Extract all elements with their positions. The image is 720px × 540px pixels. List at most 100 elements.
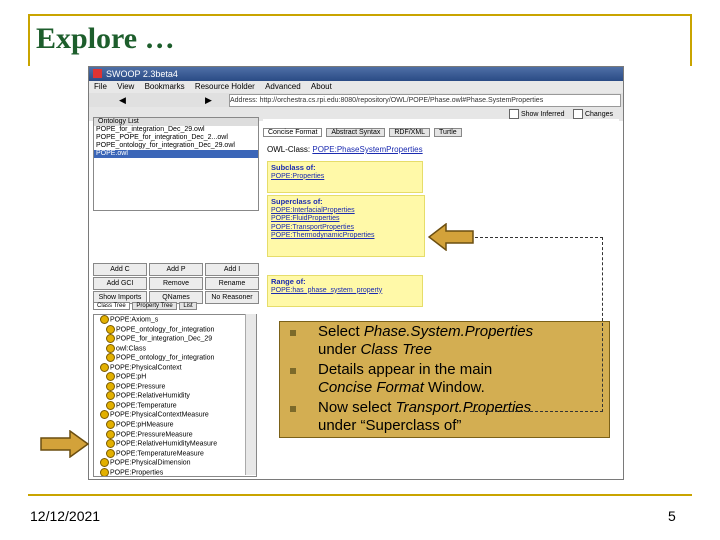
right-triangle-icon[interactable]: ▶ (205, 95, 212, 106)
ontology-list-item[interactable]: POPE_for_integration_Dec_29.owl (94, 126, 258, 134)
show-inferred-checkbox[interactable] (509, 109, 519, 119)
show-inferred-label: Show Inferred (520, 110, 565, 118)
superclass-of-link[interactable]: POPE:ThermodynamicProperties (271, 232, 421, 241)
frame-right-line (690, 14, 692, 66)
class-tree-item[interactable]: POPE:PhysicalContextMeasure (94, 410, 256, 420)
tab-list[interactable]: List (179, 302, 197, 310)
class-icon (100, 362, 109, 372)
remove-button[interactable]: Remove (149, 277, 203, 290)
class-tree-scrollbar[interactable] (245, 314, 256, 475)
instruction-step-2: Details appear in the main Concise Forma… (318, 361, 493, 396)
class-tree-item[interactable]: POPE:Axiom_s (94, 315, 256, 325)
class-tree-label: POPE_ontology_for_integration (116, 354, 215, 362)
subclass-of-heading: Subclass of: (271, 163, 316, 172)
menu-about[interactable]: About (311, 82, 332, 91)
owl-class-prefix: OWL-Class: (267, 145, 311, 154)
class-tree-item[interactable]: POPE_ontology_for_integration (94, 353, 256, 363)
ontology-list-item-selected[interactable]: POPE.owl (94, 150, 258, 158)
range-of-link[interactable]: POPE:has_phase_system_property (271, 287, 419, 296)
tab-abstract-syntax[interactable]: Abstract Syntax (326, 128, 386, 137)
range-of-heading: Range of: (271, 277, 306, 286)
class-icon (100, 467, 109, 476)
window-titlebar: SWOOP 2.3beta4 (89, 67, 623, 81)
class-tree-label: owl:Class (116, 344, 146, 352)
menu-view[interactable]: View (117, 82, 134, 91)
class-tree-item[interactable]: POPE:pHMeasure (94, 420, 256, 430)
ontology-list-item[interactable]: POPE_POPE_for_integration_Dec_2...owl (94, 134, 258, 142)
tab-rdf-xml[interactable]: RDF/XML (389, 128, 431, 137)
class-icon (106, 400, 115, 410)
class-tree-item[interactable]: POPE:RelativeHumidityMeasure (94, 439, 256, 449)
add-property-button[interactable]: Add P (149, 263, 203, 276)
class-tree-label: POPE:PhysicalContextMeasure (110, 411, 209, 419)
class-tree-item[interactable]: POPE:pH (94, 372, 256, 382)
bullet-square-icon (290, 330, 296, 336)
tab-property-tree[interactable]: Property Tree (132, 302, 177, 310)
right-tabs: Concise Format Abstract Syntax RDF/XML T… (263, 128, 619, 141)
tab-class-tree[interactable]: Class Tree (93, 302, 130, 310)
class-icon (106, 391, 115, 401)
show-inferred-option[interactable]: Show Inferred (509, 109, 565, 119)
superclass-of-link[interactable]: POPE:TransportProperties (271, 224, 421, 233)
class-tree-label: POPE:pH (116, 373, 147, 381)
subclass-of-link[interactable]: POPE:Properties (271, 173, 419, 182)
class-tree-item[interactable]: POPE_for_integration_Dec_29 (94, 334, 256, 344)
class-tree-item[interactable]: owl:Class (94, 343, 256, 354)
class-tree-item[interactable]: POPE:PressureMeasure (94, 429, 256, 440)
class-tree-item[interactable]: POPE:Properties (94, 467, 256, 477)
superclass-of-link[interactable]: POPE:FluidProperties (271, 215, 421, 224)
class-tree-item[interactable]: POPE:TemperatureMeasure (94, 448, 256, 459)
edit-buttons-row: Add GCI Remove Rename (93, 277, 259, 290)
class-tree-label: POPE_ontology_for_integration (116, 325, 215, 333)
left-arrow-icon (428, 223, 474, 251)
menu-file[interactable]: File (94, 82, 107, 91)
frame-top-line (28, 14, 692, 16)
owl-class-name[interactable]: POPE:PhaseSystemProperties (312, 145, 422, 154)
add-gci-button[interactable]: Add GCI (93, 277, 147, 290)
superclass-of-link[interactable]: POPE:InterfacialProperties (271, 207, 421, 216)
class-tree-item[interactable]: POPE_ontology_for_integration (94, 324, 256, 335)
changes-option[interactable]: Changes (573, 109, 613, 119)
tab-concise-format[interactable]: Concise Format (263, 128, 323, 137)
class-icon (106, 372, 115, 382)
tab-turtle[interactable]: Turtle (434, 128, 462, 137)
class-icon (100, 410, 109, 420)
class-tree-label: POPE:Temperature (116, 402, 177, 410)
menu-advanced[interactable]: Advanced (265, 82, 301, 91)
changes-label: Changes (584, 110, 613, 118)
class-tree-label: POPE:RelativeHumidityMeasure (116, 440, 218, 448)
class-icon (106, 439, 115, 449)
class-icon (106, 381, 115, 391)
menu-resource-holder[interactable]: Resource Holder (195, 82, 255, 91)
dashed-connector (470, 237, 603, 412)
class-icon (106, 448, 115, 458)
left-tabs: Class Tree Property Tree List (93, 302, 259, 313)
left-triangle-icon[interactable]: ◀ (119, 95, 126, 106)
class-tree-label: POPE:Properties (110, 469, 164, 477)
window-title: SWOOP 2.3beta4 (106, 69, 178, 79)
class-tree-label: POPE:PressureMeasure (116, 430, 193, 438)
changes-checkbox[interactable] (573, 109, 583, 119)
app-icon (93, 69, 102, 78)
class-icon (100, 315, 109, 324)
owl-class-header: OWL-Class: POPE:PhaseSystemProperties (267, 145, 423, 154)
add-individual-button[interactable]: Add I (205, 263, 259, 276)
class-icon (106, 343, 115, 353)
class-tree-item[interactable]: POPE:PhysicalContext (94, 362, 256, 373)
address-field[interactable]: Address: http://orchestra.cs.rpi.edu:808… (229, 94, 621, 107)
class-tree-item[interactable]: POPE:Pressure (94, 381, 256, 392)
class-tree-item[interactable]: POPE:RelativeHumidity (94, 391, 256, 401)
rename-button[interactable]: Rename (205, 277, 259, 290)
class-icon (106, 420, 115, 430)
class-tree-item[interactable]: POPE:Temperature (94, 400, 256, 411)
class-tree-label: POPE:pHMeasure (116, 421, 174, 429)
add-class-button[interactable]: Add C (93, 263, 147, 276)
class-icon (100, 458, 109, 468)
ontology-list-label: Ontology List (94, 118, 258, 126)
slide-date: 12/12/2021 (30, 508, 101, 524)
class-tree-item[interactable]: POPE:PhysicalDimension (94, 458, 256, 468)
slide-page-number: 5 (668, 508, 676, 524)
superclass-of-heading: Superclass of: (271, 197, 323, 206)
menu-bookmarks[interactable]: Bookmarks (145, 82, 185, 91)
ontology-list-item[interactable]: POPE_ontology_for_integration_Dec_29.owl (94, 142, 258, 150)
